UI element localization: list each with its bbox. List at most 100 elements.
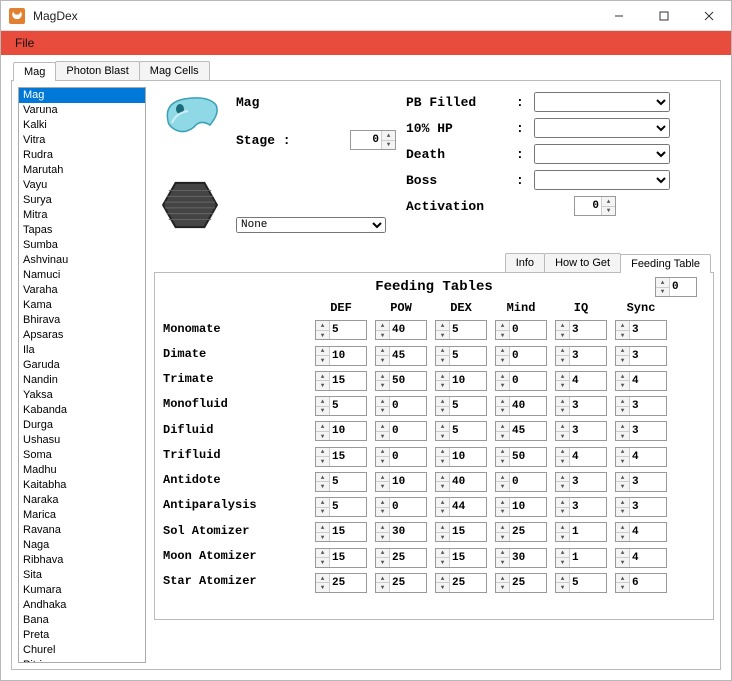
chevron-up-icon[interactable]: ▲ — [376, 397, 389, 407]
boss-select[interactable] — [534, 170, 670, 190]
feed-stepper[interactable]: ▲▼ — [495, 522, 547, 542]
chevron-down-icon[interactable]: ▼ — [436, 457, 449, 466]
chevron-down-icon[interactable]: ▼ — [616, 381, 629, 390]
chevron-up-icon[interactable]: ▲ — [436, 397, 449, 407]
feed-stepper[interactable]: ▲▼ — [495, 320, 547, 340]
chevron-up-icon[interactable]: ▲ — [316, 448, 329, 458]
chevron-up-icon[interactable]: ▲ — [316, 523, 329, 533]
chevron-down-icon[interactable]: ▼ — [436, 583, 449, 592]
chevron-down-icon[interactable]: ▼ — [382, 141, 395, 150]
feed-stepper[interactable]: ▲▼ — [555, 548, 607, 568]
feed-input[interactable] — [510, 498, 544, 516]
feed-stepper[interactable]: ▲▼ — [375, 371, 427, 391]
stage-input[interactable] — [351, 131, 381, 149]
feed-input[interactable] — [330, 473, 364, 491]
mag-list[interactable]: MagVarunaKalkiVitraRudraMarutahVayuSurya… — [18, 87, 146, 663]
ten-hp-select[interactable] — [534, 118, 670, 138]
feed-stepper[interactable]: ▲▼ — [375, 396, 427, 416]
feed-stepper[interactable]: ▲▼ — [315, 346, 367, 366]
feed-stepper[interactable]: ▲▼ — [495, 447, 547, 467]
list-item[interactable]: Soma — [19, 448, 145, 463]
feed-input[interactable] — [390, 422, 424, 440]
chevron-down-icon[interactable]: ▼ — [436, 533, 449, 542]
chevron-down-icon[interactable]: ▼ — [496, 331, 509, 340]
chevron-down-icon[interactable]: ▼ — [436, 558, 449, 567]
activation-stepper[interactable]: ▲▼ — [574, 196, 616, 216]
list-item[interactable]: Madhu — [19, 463, 145, 478]
chevron-up-icon[interactable]: ▲ — [496, 549, 509, 559]
list-item[interactable]: Ila — [19, 343, 145, 358]
list-item[interactable]: Apsaras — [19, 328, 145, 343]
feed-stepper[interactable]: ▲▼ — [615, 421, 667, 441]
chevron-up-icon[interactable]: ▲ — [556, 372, 569, 382]
list-item[interactable]: Kabanda — [19, 403, 145, 418]
feed-stepper[interactable]: ▲▼ — [615, 497, 667, 517]
chevron-up-icon[interactable]: ▲ — [556, 498, 569, 508]
feed-input[interactable] — [390, 473, 424, 491]
list-item[interactable]: Sumba — [19, 238, 145, 253]
feed-input[interactable] — [630, 347, 664, 365]
list-item[interactable]: Ashvinau — [19, 253, 145, 268]
chevron-down-icon[interactable]: ▼ — [616, 356, 629, 365]
feed-input[interactable] — [390, 523, 424, 541]
chevron-up-icon[interactable]: ▲ — [316, 498, 329, 508]
chevron-down-icon[interactable]: ▼ — [616, 457, 629, 466]
chevron-down-icon[interactable]: ▼ — [496, 533, 509, 542]
feed-input[interactable] — [570, 523, 604, 541]
list-item[interactable]: Varuna — [19, 103, 145, 118]
chevron-down-icon[interactable]: ▼ — [496, 558, 509, 567]
feed-input[interactable] — [450, 498, 484, 516]
feed-input[interactable] — [510, 422, 544, 440]
feed-stepper[interactable]: ▲▼ — [615, 472, 667, 492]
close-button[interactable] — [686, 1, 731, 30]
feed-stepper[interactable]: ▲▼ — [435, 320, 487, 340]
feed-stepper[interactable]: ▲▼ — [375, 497, 427, 517]
feed-stepper[interactable]: ▲▼ — [435, 396, 487, 416]
chevron-up-icon[interactable]: ▲ — [316, 347, 329, 357]
chevron-up-icon[interactable]: ▲ — [556, 574, 569, 584]
list-item[interactable]: Vayu — [19, 178, 145, 193]
feed-stepper[interactable]: ▲▼ — [615, 320, 667, 340]
feed-stepper[interactable]: ▲▼ — [615, 548, 667, 568]
list-item[interactable]: Nandin — [19, 373, 145, 388]
feed-input[interactable] — [570, 473, 604, 491]
list-item[interactable]: Naraka — [19, 493, 145, 508]
chevron-up-icon[interactable]: ▲ — [316, 397, 329, 407]
chevron-up-icon[interactable]: ▲ — [556, 549, 569, 559]
chevron-down-icon[interactable]: ▼ — [616, 558, 629, 567]
feed-stepper[interactable]: ▲▼ — [315, 472, 367, 492]
feed-input[interactable] — [570, 422, 604, 440]
list-item[interactable]: Marutah — [19, 163, 145, 178]
chevron-down-icon[interactable]: ▼ — [316, 356, 329, 365]
chevron-up-icon[interactable]: ▲ — [556, 347, 569, 357]
chevron-down-icon[interactable]: ▼ — [436, 482, 449, 491]
chevron-down-icon[interactable]: ▼ — [496, 432, 509, 441]
chevron-down-icon[interactable]: ▼ — [616, 508, 629, 517]
chevron-down-icon[interactable]: ▼ — [436, 407, 449, 416]
feed-stepper[interactable]: ▲▼ — [435, 497, 487, 517]
feed-stepper[interactable]: ▲▼ — [495, 421, 547, 441]
feed-stepper[interactable]: ▲▼ — [375, 522, 427, 542]
feed-stepper[interactable]: ▲▼ — [375, 472, 427, 492]
maximize-button[interactable] — [641, 1, 686, 30]
chevron-up-icon[interactable]: ▲ — [376, 422, 389, 432]
feed-stepper[interactable]: ▲▼ — [315, 371, 367, 391]
chevron-up-icon[interactable]: ▲ — [436, 498, 449, 508]
list-item[interactable]: Bhirava — [19, 313, 145, 328]
chevron-up-icon[interactable]: ▲ — [496, 321, 509, 331]
chevron-up-icon[interactable]: ▲ — [436, 422, 449, 432]
feed-stepper[interactable]: ▲▼ — [315, 497, 367, 517]
chevron-down-icon[interactable]: ▼ — [556, 533, 569, 542]
list-item[interactable]: Pitri — [19, 658, 145, 663]
chevron-down-icon[interactable]: ▼ — [556, 583, 569, 592]
feed-stepper[interactable]: ▲▼ — [615, 396, 667, 416]
feed-input[interactable] — [510, 397, 544, 415]
list-item[interactable]: Preta — [19, 628, 145, 643]
feed-stepper[interactable]: ▲▼ — [495, 497, 547, 517]
chevron-down-icon[interactable]: ▼ — [376, 381, 389, 390]
feed-input[interactable] — [390, 397, 424, 415]
feed-input[interactable] — [330, 574, 364, 592]
feed-input[interactable] — [510, 448, 544, 466]
chevron-down-icon[interactable]: ▼ — [316, 482, 329, 491]
feed-input[interactable] — [330, 347, 364, 365]
